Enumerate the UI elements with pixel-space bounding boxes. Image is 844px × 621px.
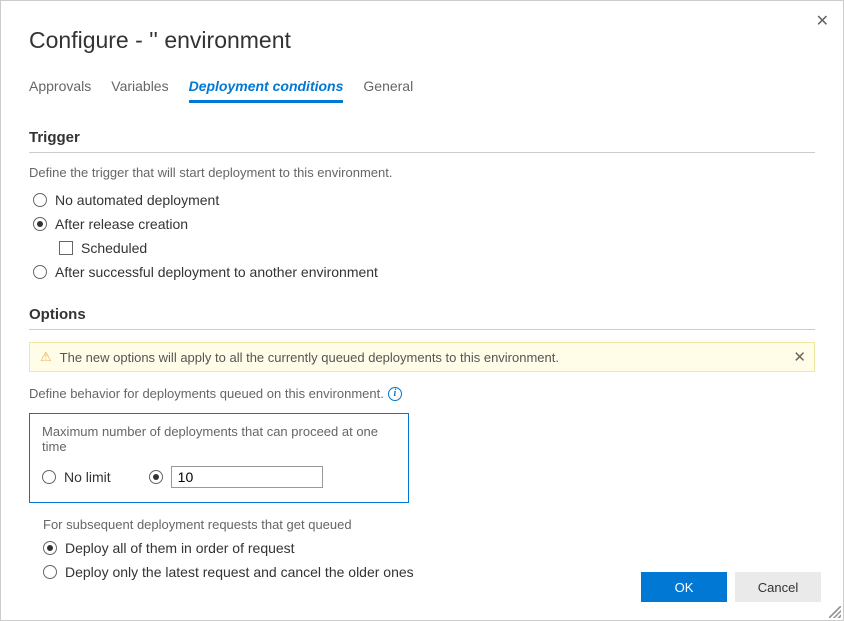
- radio-after-release-label: After release creation: [55, 216, 188, 232]
- checkbox-scheduled-label: Scheduled: [81, 240, 147, 256]
- radio-no-automated-label: No automated deployment: [55, 192, 219, 208]
- radio-after-successful[interactable]: [33, 265, 47, 279]
- radio-no-limit-label: No limit: [64, 469, 111, 485]
- trigger-section-title: Trigger: [29, 129, 815, 153]
- button-bar: OK Cancel: [1, 572, 843, 620]
- limit-input[interactable]: [171, 466, 323, 488]
- radio-after-release[interactable]: [33, 217, 47, 231]
- warning-banner: ⚠ The new options will apply to all the …: [29, 342, 815, 372]
- ok-button[interactable]: OK: [641, 572, 727, 602]
- checkbox-scheduled[interactable]: [59, 241, 73, 255]
- subsequent-label: For subsequent deployment requests that …: [43, 517, 815, 532]
- warning-text: The new options will apply to all the cu…: [60, 350, 559, 365]
- radio-deploy-all[interactable]: [43, 541, 57, 555]
- warning-close-icon[interactable]: ✕: [793, 348, 806, 366]
- tab-deployment-conditions[interactable]: Deployment conditions: [189, 78, 344, 103]
- resize-grip[interactable]: [829, 606, 841, 618]
- dialog-title: Configure - '' environment: [29, 27, 815, 54]
- tab-general[interactable]: General: [363, 78, 413, 103]
- info-icon[interactable]: i: [388, 387, 402, 401]
- options-section-title: Options: [29, 306, 815, 330]
- tab-bar: Approvals Variables Deployment condition…: [29, 78, 815, 103]
- trigger-description: Define the trigger that will start deplo…: [29, 165, 815, 180]
- radio-no-limit[interactable]: [42, 470, 56, 484]
- max-deployments-box: Maximum number of deployments that can p…: [29, 413, 409, 503]
- warning-icon: ⚠: [40, 349, 52, 365]
- radio-deploy-all-label: Deploy all of them in order of request: [65, 540, 295, 556]
- radio-after-successful-label: After successful deployment to another e…: [55, 264, 378, 280]
- cancel-button[interactable]: Cancel: [735, 572, 821, 602]
- radio-specific-limit[interactable]: [149, 470, 163, 484]
- max-deployments-label: Maximum number of deployments that can p…: [42, 424, 396, 454]
- trigger-radio-group: No automated deployment After release cr…: [33, 192, 815, 280]
- tab-approvals[interactable]: Approvals: [29, 78, 91, 103]
- radio-no-automated[interactable]: [33, 193, 47, 207]
- options-description: Define behavior for deployments queued o…: [29, 386, 384, 401]
- tab-variables[interactable]: Variables: [111, 78, 168, 103]
- close-icon[interactable]: ✕: [816, 11, 829, 31]
